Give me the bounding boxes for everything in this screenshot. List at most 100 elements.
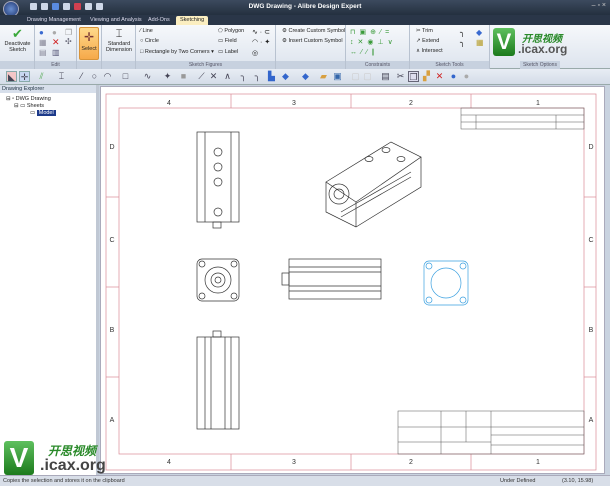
paste-tool-icon[interactable]: ▢ bbox=[362, 71, 373, 82]
constraint-icons-row1[interactable]: ⊓▣⊕⁄= bbox=[350, 28, 393, 36]
constraint-icons-row3[interactable]: ↔⁄∕∥ bbox=[350, 48, 379, 56]
point-tool-icon[interactable]: ✦ bbox=[162, 71, 173, 82]
rectangle-tool-icon[interactable]: □ bbox=[120, 71, 131, 82]
ellipse-icon[interactable]: ◎ bbox=[252, 49, 258, 57]
undo-icon[interactable]: ● bbox=[39, 28, 44, 37]
trim-tool-icon[interactable]: ⟋ bbox=[196, 71, 207, 82]
offset-icon[interactable]: ◆ bbox=[476, 28, 482, 37]
revision-block bbox=[460, 107, 585, 130]
tab-sketching[interactable]: Sketching bbox=[176, 16, 209, 25]
reference-line-icon[interactable]: ⫽ bbox=[36, 71, 47, 82]
circle-button[interactable]: ○ Circle bbox=[140, 38, 159, 44]
group-constraints: ⊓▣⊕⁄= ↕✕◉⊥∨ ↔⁄∕∥ Constraints bbox=[346, 25, 410, 69]
tree-item-sheets[interactable]: ⊟ ▭ Sheets bbox=[14, 103, 44, 109]
mirror-icon[interactable]: ▥ bbox=[52, 48, 60, 57]
tree-item-model[interactable]: ▭ Model bbox=[30, 110, 56, 116]
extend-button[interactable]: ↗ Extend bbox=[416, 38, 439, 44]
intersect-tool-icon[interactable]: ✕ bbox=[208, 71, 219, 82]
sheet-outer-border bbox=[105, 93, 597, 471]
group-edit: ● ● ❐ ▦ ✕ ✣ ▤ ▥ Edit bbox=[35, 25, 77, 69]
move-icon[interactable]: ✣ bbox=[65, 37, 72, 46]
create-custom-symbol-button[interactable]: ⚙ Create Custom Symbol bbox=[282, 28, 345, 34]
grid-snap-icon[interactable]: ✛ bbox=[19, 71, 30, 82]
save-icon[interactable]: ▣ bbox=[332, 71, 343, 82]
field-button[interactable]: ▭ Field bbox=[218, 38, 237, 44]
line-button[interactable]: ⁄ Line bbox=[140, 28, 153, 34]
drawing-canvas[interactable]: 4 3 2 1 4 3 2 1 D C B A D C B A bbox=[100, 86, 605, 474]
copy-tool-icon[interactable]: ❐ bbox=[408, 71, 419, 82]
row-label: D bbox=[109, 144, 114, 151]
rectangle-button[interactable]: □ Rectangle by Two Corners ▾ bbox=[140, 49, 214, 55]
open-folder-icon[interactable]: ▰ bbox=[318, 71, 329, 82]
fillet-tool-icon[interactable]: ╮ bbox=[238, 71, 249, 82]
column-label: 1 bbox=[536, 100, 540, 107]
explorer-title: Drawing Explorer bbox=[0, 85, 96, 93]
fill-icon[interactable]: ■ bbox=[178, 71, 189, 82]
view-icon[interactable]: ◆ bbox=[280, 71, 291, 82]
delete-tool-icon[interactable]: ✕ bbox=[434, 71, 445, 82]
select-button[interactable]: ✛ Select bbox=[79, 27, 99, 60]
title-block bbox=[397, 410, 585, 455]
tab-viewing-analysis[interactable]: Viewing and Analysis bbox=[90, 16, 142, 25]
row-label: D bbox=[588, 144, 593, 151]
line-tool-icon[interactable]: ⁄ bbox=[76, 71, 87, 82]
intersect-button[interactable]: ∧ Intersect bbox=[416, 48, 443, 54]
sheet-icon[interactable]: ▙ bbox=[266, 71, 277, 82]
arc-tool-icon[interactable]: ◠ bbox=[102, 71, 113, 82]
polygon-button[interactable]: ⬠ Polygon bbox=[218, 28, 244, 34]
arc-icon[interactable]: ◠ · ✦ bbox=[252, 38, 270, 46]
redo-tool-icon[interactable]: ● bbox=[461, 71, 472, 82]
status-message: Copies the selection and stores it on th… bbox=[3, 478, 125, 484]
column-label: 3 bbox=[292, 100, 296, 107]
paste-icon[interactable]: ▦ bbox=[39, 38, 47, 47]
group-symbols: ⚙ Create Custom Symbol ⚙ Insert Custom S… bbox=[276, 25, 346, 69]
title-bar: DWG Drawing - Alibre Design Expert – ▫ × bbox=[0, 0, 610, 17]
trim-button[interactable]: ✂ Trim bbox=[416, 28, 433, 34]
crosshair-icon: ✛ bbox=[83, 30, 95, 44]
drawing-explorer: Drawing Explorer ⊟ ▫ DWG Drawing ⊟ ▭ She… bbox=[0, 85, 99, 475]
window-controls[interactable]: – ▫ × bbox=[592, 2, 606, 9]
extend-tool-icon[interactable]: ∧ bbox=[222, 71, 233, 82]
label-button[interactable]: ▭ Label bbox=[218, 49, 238, 55]
sheet-inner-border bbox=[118, 107, 585, 455]
spline-icon[interactable]: ∿ · ⊂ bbox=[252, 28, 270, 36]
chamfer-tool-icon[interactable]: ╮ bbox=[252, 71, 263, 82]
drawing-sheet: 4 3 2 1 4 3 2 1 D C B A D C B A bbox=[105, 93, 597, 471]
row-label: C bbox=[588, 237, 593, 244]
tab-add-ons[interactable]: Add-Ons bbox=[148, 16, 170, 25]
column-label: 2 bbox=[409, 459, 413, 466]
cursor-coordinates: (3.10, 15.98) bbox=[562, 478, 594, 484]
layer-icon[interactable]: ◆ bbox=[300, 71, 311, 82]
cylinder-top-view bbox=[281, 258, 382, 300]
window-title: DWG Drawing - Alibre Design Expert bbox=[248, 3, 362, 10]
sketch-mode-icon[interactable]: ◣ bbox=[6, 71, 17, 82]
tab-drawing-management[interactable]: Drawing Management bbox=[27, 16, 81, 25]
deactivate-sketch-button[interactable]: ✔ Deactivate Sketch bbox=[2, 27, 33, 54]
row-label: C bbox=[109, 237, 114, 244]
circle-tool-icon[interactable]: ○ bbox=[89, 71, 100, 82]
constraint-icons-row2[interactable]: ↕✕◉⊥∨ bbox=[350, 38, 397, 46]
spline-tool-icon[interactable]: ∿ bbox=[142, 71, 153, 82]
dimension-tool-icon[interactable]: ⌶ bbox=[56, 71, 67, 82]
tree-item-dwg-drawing[interactable]: ⊟ ▫ DWG Drawing bbox=[6, 96, 51, 102]
cut-icon[interactable]: ▢ bbox=[350, 71, 361, 82]
insert-custom-symbol-button[interactable]: ⚙ Insert Custom Symbol bbox=[282, 38, 343, 44]
copy-icon[interactable]: ❐ bbox=[65, 28, 72, 37]
column-label: 4 bbox=[167, 100, 171, 107]
undo-tool-icon[interactable]: ● bbox=[448, 71, 459, 82]
standard-dimension-button[interactable]: ⌶ Standard Dimension bbox=[103, 27, 135, 53]
print-tool-icon[interactable]: ▤ bbox=[380, 71, 391, 82]
column-label: 1 bbox=[536, 459, 540, 466]
pattern-icon[interactable]: ▦ bbox=[476, 38, 484, 47]
redo-icon[interactable]: ● bbox=[52, 28, 57, 37]
paste-clip-icon[interactable]: ▞ bbox=[421, 71, 432, 82]
fillet-icon[interactable]: ╮ bbox=[460, 28, 465, 37]
column-label: 4 bbox=[167, 459, 171, 466]
status-bar: Copies the selection and stores it on th… bbox=[0, 475, 610, 486]
chamfer-icon[interactable]: ╮ bbox=[460, 38, 465, 47]
sketch-toolbar: ◣ ✛ ⫽ ⌶ ⁄ ○ ◠ □ ∿ ✦ ■ ⟋ ✕ ∧ ╮ ╮ ▙ ◆ ◆ ▰ … bbox=[0, 69, 610, 85]
delete-icon[interactable]: ✕ bbox=[52, 37, 60, 48]
scissors-icon[interactable]: ✂ bbox=[395, 71, 406, 82]
properties-icon[interactable]: ▤ bbox=[39, 48, 47, 57]
group-sketch-figures: ⁄ Line ○ Circle □ Rectangle by Two Corne… bbox=[136, 25, 276, 69]
